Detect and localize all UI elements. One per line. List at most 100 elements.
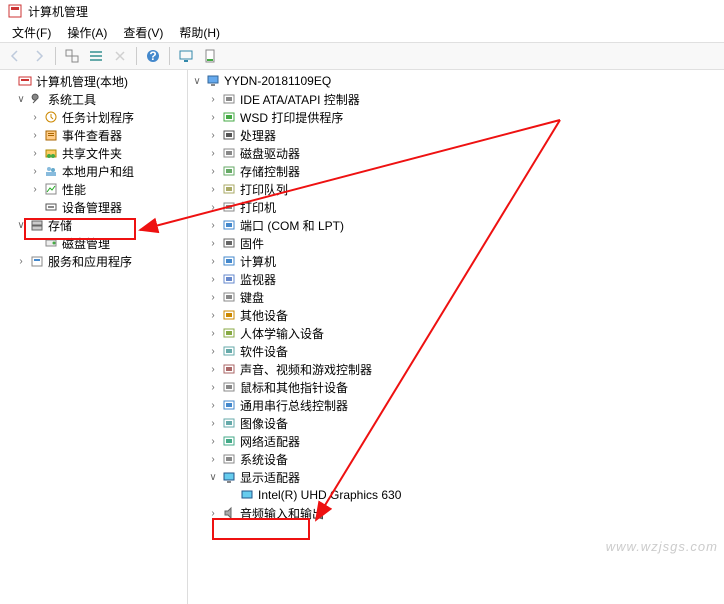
tree-device-manager[interactable]: › 设备管理器 <box>0 198 187 216</box>
collapse-icon[interactable]: › <box>206 416 220 430</box>
forward-button[interactable] <box>28 45 50 67</box>
collapse-icon[interactable]: › <box>206 218 220 232</box>
tree-task-scheduler[interactable]: › 任务计划程序 <box>0 108 187 126</box>
tree-performance[interactable]: › 性能 <box>0 180 187 198</box>
device-category[interactable]: ›IDE ATA/ATAPI 控制器 <box>188 90 724 108</box>
computer-mgmt-icon <box>17 73 33 89</box>
device-category[interactable]: ›通用串行总线控制器 <box>188 396 724 414</box>
collapse-icon[interactable]: › <box>28 146 42 160</box>
category-icon <box>221 127 237 143</box>
device-category[interactable]: ›软件设备 <box>188 342 724 360</box>
audio-icon <box>221 505 237 521</box>
collapse-icon[interactable]: › <box>28 128 42 142</box>
toolbar-scope-button[interactable] <box>61 45 83 67</box>
device-category[interactable]: › 存储控制器 <box>188 162 724 180</box>
clock-icon <box>43 109 59 125</box>
storage-icon <box>29 217 45 233</box>
device-display-adapters[interactable]: ∨ 显示适配器 <box>188 468 724 486</box>
device-category[interactable]: ›磁盘驱动器 <box>188 144 724 162</box>
device-category[interactable]: ›打印机 <box>188 198 724 216</box>
toolbar-help-button[interactable]: ? <box>142 45 164 67</box>
collapse-icon[interactable]: › <box>206 236 220 250</box>
device-category[interactable]: ›图像设备 <box>188 414 724 432</box>
device-category[interactable]: ›监视器 <box>188 270 724 288</box>
tree-event-viewer[interactable]: › 事件查看器 <box>0 126 187 144</box>
toolbar-monitor-button[interactable] <box>175 45 197 67</box>
tree-label: 网络适配器 <box>240 433 300 450</box>
device-category[interactable]: ›人体学输入设备 <box>188 324 724 342</box>
collapse-icon[interactable]: › <box>206 506 220 520</box>
device-root[interactable]: ∨ YYDN-20181109EQ <box>188 72 724 90</box>
collapse-icon[interactable]: › <box>206 182 220 196</box>
collapse-icon[interactable]: › <box>206 434 220 448</box>
device-category[interactable]: ›固件 <box>188 234 724 252</box>
tree-root-computer-mgmt[interactable]: ▸ 计算机管理(本地) <box>0 72 187 90</box>
device-category[interactable]: › 网络适配器 <box>188 432 724 450</box>
category-icon <box>221 415 237 431</box>
window-titlebar: 计算机管理 <box>0 0 724 22</box>
computer-icon <box>205 73 221 89</box>
collapse-icon[interactable]: › <box>206 110 220 124</box>
device-category[interactable]: ›鼠标和其他指针设备 <box>188 378 724 396</box>
menu-action[interactable]: 操作(A) <box>61 22 113 42</box>
device-category[interactable]: ›打印队列 <box>188 180 724 198</box>
tree-label: 性能 <box>62 181 86 198</box>
collapse-icon[interactable]: › <box>14 254 28 268</box>
toolbar-list-button[interactable] <box>85 45 107 67</box>
category-icon <box>221 325 237 341</box>
collapse-icon[interactable]: › <box>206 92 220 106</box>
tree-storage[interactable]: ∨ 存储 <box>0 216 187 234</box>
device-gpu[interactable]: › Intel(R) UHD Graphics 630 <box>188 486 724 504</box>
collapse-icon[interactable]: › <box>206 164 220 178</box>
tree-label: WSD 打印提供程序 <box>240 109 343 126</box>
expand-icon[interactable]: ∨ <box>14 218 28 232</box>
device-category[interactable]: ›处理器 <box>188 126 724 144</box>
toolbar-delete-button[interactable] <box>109 45 131 67</box>
collapse-icon[interactable]: › <box>206 362 220 376</box>
device-category[interactable]: ›系统设备 <box>188 450 724 468</box>
expand-icon[interactable]: ∨ <box>206 470 220 484</box>
tree-label: 事件查看器 <box>62 127 122 144</box>
collapse-icon[interactable]: › <box>206 128 220 142</box>
left-tree-pane: ▸ 计算机管理(本地) ∨ 系统工具 › 任务计划程序 › 事件查看器 › 共享… <box>0 70 188 604</box>
collapse-icon[interactable]: › <box>206 254 220 268</box>
device-category[interactable]: ›键盘 <box>188 288 724 306</box>
event-icon <box>43 127 59 143</box>
collapse-icon[interactable]: › <box>28 182 42 196</box>
collapse-icon[interactable]: › <box>206 308 220 322</box>
back-button[interactable] <box>4 45 26 67</box>
tree-shared-folders[interactable]: › 共享文件夹 <box>0 144 187 162</box>
tree-label: 共享文件夹 <box>62 145 122 162</box>
collapse-icon[interactable]: › <box>206 398 220 412</box>
tree-disk-mgmt[interactable]: › 磁盘管理 <box>0 234 187 252</box>
tree-services-apps[interactable]: › 服务和应用程序 <box>0 252 187 270</box>
device-category[interactable]: ›计算机 <box>188 252 724 270</box>
menu-file[interactable]: 文件(F) <box>6 22 57 42</box>
device-category[interactable]: ›声音、视频和游戏控制器 <box>188 360 724 378</box>
collapse-icon[interactable]: › <box>206 290 220 304</box>
collapse-icon[interactable]: › <box>206 272 220 286</box>
collapse-icon[interactable]: › <box>206 146 220 160</box>
device-category[interactable]: › WSD 打印提供程序 <box>188 108 724 126</box>
device-category[interactable]: ›其他设备 <box>188 306 724 324</box>
collapse-icon[interactable]: › <box>206 452 220 466</box>
device-category[interactable]: ›端口 (COM 和 LPT) <box>188 216 724 234</box>
toolbar-doc-button[interactable] <box>199 45 221 67</box>
tree-label: 存储 <box>48 217 72 234</box>
collapse-icon[interactable]: › <box>206 380 220 394</box>
collapse-icon[interactable]: › <box>28 110 42 124</box>
collapse-icon[interactable]: › <box>206 200 220 214</box>
collapse-icon[interactable]: › <box>28 164 42 178</box>
category-icon <box>221 397 237 413</box>
device-audio-io[interactable]: › 音频输入和输出 <box>188 504 724 522</box>
collapse-icon[interactable]: › <box>206 344 220 358</box>
tree-system-tools[interactable]: ∨ 系统工具 <box>0 90 187 108</box>
tree-local-users[interactable]: › 本地用户和组 <box>0 162 187 180</box>
expand-icon[interactable]: ∨ <box>14 92 28 106</box>
menu-help[interactable]: 帮助(H) <box>173 22 226 42</box>
gpu-icon <box>239 487 255 503</box>
menu-view[interactable]: 查看(V) <box>117 22 169 42</box>
expand-icon[interactable]: ∨ <box>190 74 204 88</box>
tree-label: 存储控制器 <box>240 163 300 180</box>
collapse-icon[interactable]: › <box>206 326 220 340</box>
